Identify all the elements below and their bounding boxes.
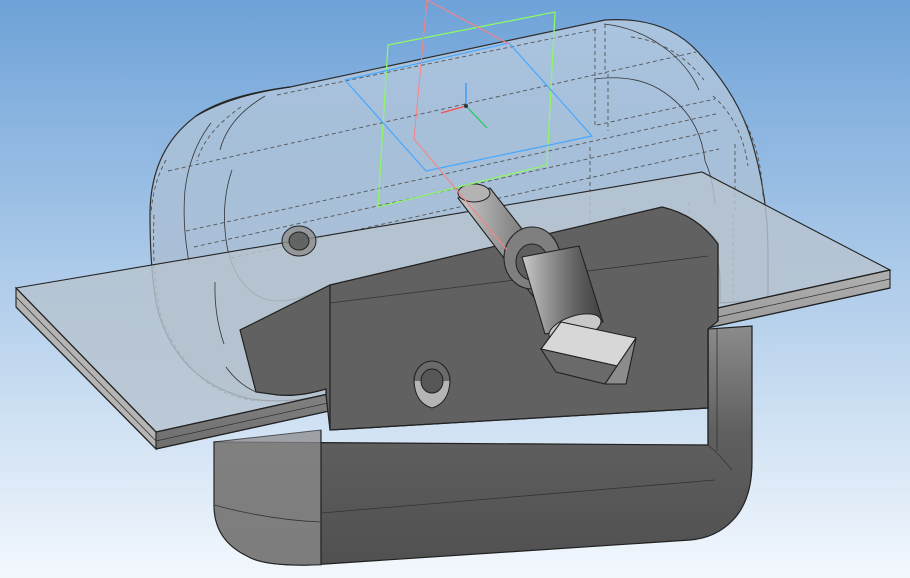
3d-model-scene[interactable] (0, 0, 910, 578)
cad-viewport[interactable] (0, 0, 910, 578)
side-hole[interactable] (281, 225, 317, 257)
triad-origin (464, 104, 468, 108)
